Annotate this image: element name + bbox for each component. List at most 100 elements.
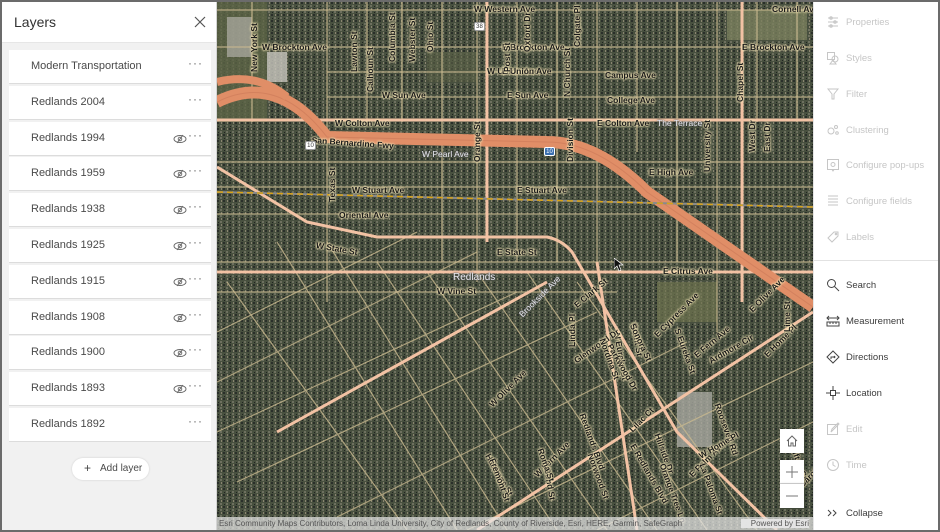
visibility-hidden-icon[interactable]	[173, 311, 187, 323]
street-label: E High Ave	[649, 167, 694, 177]
street-label: West Dr	[747, 120, 757, 152]
tool-clustering[interactable]: Clustering	[814, 116, 938, 146]
tool-label: Location	[846, 388, 882, 399]
visibility-hidden-icon[interactable]	[173, 382, 187, 394]
layer-options-button[interactable]: ···	[188, 343, 203, 355]
tool-properties[interactable]: Properties	[814, 8, 938, 38]
place-label: Redlands	[453, 272, 496, 283]
street-label: Texas St	[327, 167, 337, 202]
filter-icon	[826, 88, 840, 100]
street-label: Campus Ave	[605, 70, 656, 80]
time-icon	[827, 459, 839, 471]
plus-icon	[786, 466, 798, 478]
layer-options-button[interactable]: ···	[188, 164, 203, 176]
layer-name: Redlands 1938	[31, 203, 106, 216]
street-label: College Ave	[607, 95, 656, 105]
tool-label: Filter	[846, 89, 868, 100]
map-view[interactable]: W Western Ave W Brockton Ave E Brockton Av…	[217, 2, 813, 530]
mouse-cursor-icon	[614, 258, 624, 272]
visibility-hidden-icon[interactable]	[173, 132, 187, 144]
street-label: E Colton Ave	[597, 118, 650, 128]
street-label: E Citrus Ave	[663, 266, 713, 276]
street-label: W Pearl Ave	[422, 149, 469, 159]
layer-item[interactable]: Redlands 1908 ···	[9, 300, 211, 335]
layer-options-button[interactable]: ···	[188, 308, 203, 320]
measurement-icon	[826, 315, 840, 327]
layer-item[interactable]: Redlands 1938 ···	[9, 193, 211, 228]
tool-label: Time	[846, 460, 867, 471]
tool-filter[interactable]: Filter	[814, 80, 938, 110]
layer-item[interactable]: Redlands 1994 ···	[9, 121, 211, 156]
layer-options-button[interactable]: ···	[188, 379, 203, 391]
zoom-out-button[interactable]	[780, 484, 804, 508]
powered-by-esri-link[interactable]: Powered by Esri	[740, 519, 809, 528]
layer-item[interactable]: Redlands 1925 ···	[9, 228, 211, 263]
layer-item[interactable]: Redlands 1915 ···	[9, 264, 211, 299]
close-button[interactable]	[190, 12, 210, 32]
street-label: W Sun Ave	[382, 90, 426, 100]
map-attribution: Esri Community Maps Contributors, Loma L…	[217, 517, 813, 530]
visibility-hidden-icon[interactable]	[173, 275, 187, 287]
visibility-hidden-icon[interactable]	[173, 239, 187, 251]
add-layer-button[interactable]: + Add layer	[72, 458, 149, 480]
street-label: E State St	[497, 247, 537, 257]
tool-label: Configure pop-ups	[846, 160, 925, 171]
visibility-hidden-icon[interactable]	[173, 167, 187, 179]
layer-options-button[interactable]: ···	[188, 129, 203, 141]
street-label: Ohio St	[425, 21, 435, 52]
street-label: Division St	[565, 118, 575, 162]
tool-labels[interactable]: Labels	[814, 223, 938, 253]
layer-options-button[interactable]: ···	[188, 415, 203, 427]
layer-options-button[interactable]: ···	[188, 57, 203, 69]
layer-item[interactable]: Redlands 1959 ···	[9, 157, 211, 192]
sliders-icon	[828, 16, 838, 28]
add-layer-label: Add layer	[100, 463, 143, 474]
location-icon	[826, 386, 840, 400]
layer-item[interactable]: Redlands 2004 ···	[9, 85, 211, 120]
zoom-in-button[interactable]	[780, 460, 804, 484]
tool-measurement[interactable]: Measurement	[814, 307, 938, 337]
clustering-icon	[827, 125, 839, 135]
layer-options-button[interactable]: ···	[188, 236, 203, 248]
visibility-hidden-icon[interactable]	[173, 346, 187, 358]
app-frame: Layers Modern Transportation ··· Redlands …	[2, 2, 938, 530]
search-icon	[827, 279, 840, 292]
tool-directions[interactable]: Directions	[814, 343, 938, 373]
layer-item[interactable]: Redlands 1900 ···	[9, 336, 211, 371]
close-icon	[194, 16, 206, 28]
street-label: The Terrace	[657, 118, 703, 128]
tool-location[interactable]: Location	[814, 379, 938, 409]
tool-configure-pop-ups[interactable]: Configure pop-ups	[814, 151, 938, 181]
home-button[interactable]	[780, 429, 804, 453]
street-label: N Church St	[562, 47, 572, 97]
tool-styles[interactable]: Styles	[814, 44, 938, 74]
tool-collapse[interactable]: Collapse	[814, 499, 938, 529]
tool-time[interactable]: Time	[814, 451, 938, 481]
tool-label: Properties	[846, 17, 890, 28]
layer-name: Modern Transportation	[31, 60, 142, 72]
street-label: Lime St	[782, 301, 792, 332]
tool-label: Search	[846, 280, 877, 291]
tool-configure-fields[interactable]: Configure fields	[814, 187, 938, 217]
street-label: Chapel St	[735, 62, 745, 102]
layer-item[interactable]: Modern Transportation ···	[9, 50, 211, 84]
route-shield-38: 38	[474, 22, 485, 31]
layer-options-button[interactable]: ···	[188, 272, 203, 284]
tool-label: Labels	[846, 232, 874, 243]
edit-icon	[827, 422, 840, 435]
layer-item[interactable]: Redlands 1892 ···	[9, 407, 211, 442]
layer-options-button[interactable]: ···	[188, 200, 203, 212]
layer-item[interactable]: Redlands 1893 ···	[9, 372, 211, 407]
tool-label: Clustering	[846, 125, 889, 136]
street-label: Lawton St	[349, 31, 359, 72]
street-label: East Dr	[762, 122, 772, 152]
layer-options-button[interactable]: ···	[188, 93, 203, 105]
street-label: Oriental Ave	[339, 210, 389, 220]
styles-icon	[827, 52, 839, 65]
panel-title: Layers	[14, 14, 57, 30]
tool-search[interactable]: Search	[814, 271, 938, 301]
street-label: Orange St	[472, 121, 482, 162]
tool-edit[interactable]: Edit	[814, 415, 938, 445]
street-label: Colgate Pl	[572, 5, 582, 47]
visibility-hidden-icon[interactable]	[173, 203, 187, 215]
